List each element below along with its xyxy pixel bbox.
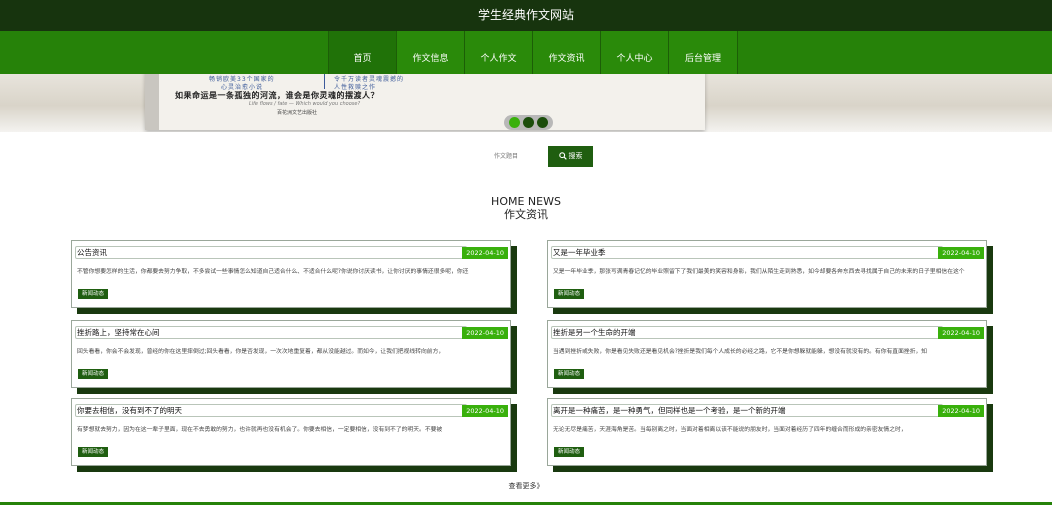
- main-nav: 首页 作文信息 个人作文 作文资讯 个人中心 后台管理: [328, 31, 738, 74]
- news-excerpt: 当遇到挫折或失败，你是看见失败还是看见机会?挫折是我们每个人成长的必经之路，它不…: [553, 349, 928, 355]
- nav-item-essay-info[interactable]: 作文信息: [396, 31, 464, 74]
- news-title[interactable]: 你要去相信，没有到不了的明天: [77, 405, 182, 416]
- news-title[interactable]: 离开是一种痛苦，是一种勇气，但同样也是一个考验，是一个新的开端: [553, 405, 786, 416]
- news-date: 2022-04-10: [938, 247, 984, 259]
- search-button[interactable]: 搜索: [548, 145, 593, 167]
- news-date: 2022-04-10: [462, 405, 508, 417]
- news-tag-button[interactable]: 新闻动态: [554, 289, 585, 299]
- carousel-indicators: [504, 115, 553, 130]
- news-excerpt: 不管你想要怎样的生活，你都要去努力争取，不多尝试一些事情怎么知道自己适合什么、不…: [77, 269, 469, 275]
- news-title[interactable]: 挫折是另一个生命的开端: [553, 327, 636, 338]
- news-tag-button[interactable]: 新闻动态: [78, 369, 109, 379]
- nav-item-home[interactable]: 首页: [328, 31, 396, 74]
- section-title-en: HOME NEWS: [491, 195, 561, 208]
- news-title[interactable]: 又是一年毕业季: [553, 247, 606, 258]
- news-card[interactable]: 挫折路上，坚持常在心间 2022-04-10 回头看看，你会不会发现，曾经的你在…: [71, 320, 511, 388]
- news-card[interactable]: 又是一年毕业季 2022-04-10 又是一年毕业季，那张写满青春记忆的毕业照留…: [547, 240, 987, 308]
- news-title[interactable]: 挫折路上，坚持常在心间: [77, 327, 160, 338]
- news-excerpt: 回头看看，你会不会发现，曾经的你在这里摔倒过;回头看看，你是否发现，一次次地重复…: [77, 349, 445, 355]
- banner-divider: [324, 74, 325, 89]
- news-title-box: [551, 246, 943, 259]
- news-excerpt: 又是一年毕业季，那张写满青春记忆的毕业照留下了我们最美的笑容和身影，我们从陌生走…: [553, 269, 965, 275]
- news-tag-button[interactable]: 新闻动态: [554, 369, 585, 379]
- news-date: 2022-04-10: [462, 247, 508, 259]
- view-more-link[interactable]: 查看更多》: [0, 481, 1052, 491]
- carousel-dot-1[interactable]: [508, 117, 520, 128]
- news-date: 2022-04-10: [938, 327, 984, 339]
- news-date: 2022-04-10: [938, 405, 984, 417]
- site-title: 学生经典作文网站: [477, 8, 574, 22]
- news-card[interactable]: 挫折是另一个生命的开端 2022-04-10 当遇到挫折或失败，你是看见失败还是…: [547, 320, 987, 388]
- footer-divider: [0, 502, 1052, 505]
- news-title[interactable]: 公告资讯: [77, 247, 107, 258]
- nav-item-essay-news[interactable]: 作文资讯: [532, 31, 600, 74]
- news-tag-button[interactable]: 新闻动态: [78, 447, 109, 457]
- search-bar: 搜索: [470, 145, 593, 167]
- banner-publisher: 百花洲文艺出版社: [277, 110, 318, 116]
- news-tag-button[interactable]: 新闻动态: [78, 289, 109, 299]
- news-excerpt: 有梦想就去努力，因为在这一辈子里面，现在不去勇敢的努力，也许就再也没有机会了。你…: [77, 427, 443, 433]
- news-excerpt: 无论无尽是痛苦，天涯海角是苦。当每别离之时，当面对着相离以该不能说的朋友时，当面…: [553, 427, 907, 433]
- news-card[interactable]: 你要去相信，没有到不了的明天 2022-04-10 有梦想就去努力，因为在这一辈…: [71, 398, 511, 466]
- carousel-dot-3[interactable]: [537, 117, 549, 128]
- banner-book-subtitle: Life flows / fate — Which would you choo…: [249, 101, 361, 107]
- site-header: 学生经典作文网站: [0, 0, 1052, 31]
- main-nav-bar: 首页 作文信息 个人作文 作文资讯 个人中心 后台管理: [0, 31, 1052, 74]
- nav-item-user-center[interactable]: 个人中心: [600, 31, 668, 74]
- news-card[interactable]: 离开是一种痛苦，是一种勇气，但同样也是一个考验，是一个新的开端 2022-04-…: [547, 398, 987, 466]
- news-tag-button[interactable]: 新闻动态: [554, 447, 585, 457]
- news-card[interactable]: 公告资讯 2022-04-10 不管你想要怎样的生活，你都要去努力争取，不多尝试…: [71, 240, 511, 308]
- banner-book-image: 畅销欧美33个国家的 令千万读者灵魂震撼的 心灵治愈小说 人性救赎之作 如果命运…: [145, 74, 705, 130]
- section-title-cn: 作文资讯: [504, 208, 548, 221]
- banner-book-title: 如果命运是一条孤独的河流，谁会是你灵魂的摆渡人？: [175, 91, 379, 100]
- nav-item-admin[interactable]: 后台管理: [668, 31, 738, 74]
- carousel-dot-2[interactable]: [522, 117, 534, 128]
- section-heading: HOME NEWS 作文资讯: [0, 195, 1052, 222]
- nav-item-my-essays[interactable]: 个人作文: [464, 31, 532, 74]
- news-title-box: [75, 246, 467, 259]
- search-icon: [558, 152, 567, 160]
- search-input[interactable]: [470, 146, 542, 166]
- news-date: 2022-04-10: [462, 327, 508, 339]
- search-button-label: 搜索: [568, 152, 583, 160]
